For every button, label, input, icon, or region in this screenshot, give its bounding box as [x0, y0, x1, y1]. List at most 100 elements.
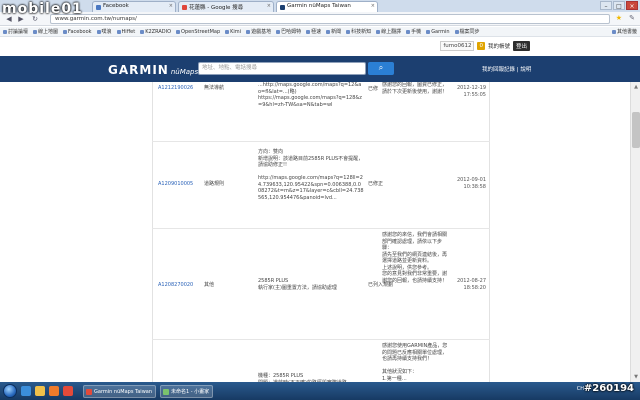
paint-icon [163, 388, 170, 395]
back-icon[interactable]: ◀ [4, 14, 14, 24]
bookmark-item[interactable]: OpenStreetMap [176, 27, 220, 36]
bookmark-item[interactable]: K2ZRADIO [140, 27, 171, 36]
search-button[interactable]: ⌕ [368, 62, 394, 75]
bookmark-item[interactable]: 噗浪 [96, 27, 112, 36]
tab-label: Facebook [103, 3, 129, 9]
scrollbar[interactable]: ▲ ▼ [630, 82, 640, 382]
google-favicon-icon [182, 5, 187, 10]
user-strip: fumo0612 0 我的帳號 登出 [0, 38, 640, 56]
garmin-logo[interactable]: GARMIN nüMaps [108, 63, 198, 77]
user-box: fumo0612 0 我的帳號 登出 [440, 41, 530, 51]
bookmark-icon [426, 29, 431, 34]
report-message: 機種：2585R PLUS 問題：導航時(不正確)的路徑與實際道路 [258, 373, 347, 382]
scroll-down-icon[interactable]: ▼ [632, 373, 640, 381]
tab-label: Garmin nüMaps Taiwan [287, 3, 351, 9]
wrench-icon[interactable]: ✎ [629, 14, 635, 22]
bookmark-item[interactable]: Facebook [63, 27, 92, 36]
bookmark-item[interactable]: 科技新知 [346, 27, 371, 36]
bookmark-icon [326, 29, 331, 34]
close-icon[interactable]: × [267, 3, 271, 9]
report-date: 2012-09-01 10:38:58 [456, 177, 486, 190]
garmin-header: GARMIN nüMaps 地址、地點、電話搜尋 ⌕ 我的回報記錄 | 說明 [0, 56, 640, 82]
folder-icon[interactable] [35, 386, 45, 396]
header-links[interactable]: 我的回報記錄 | 說明 [482, 65, 531, 73]
bookmark-item[interactable]: Hiffet [116, 27, 135, 36]
chrome-icon[interactable] [63, 386, 73, 396]
minimize-button[interactable]: – [600, 1, 612, 10]
bookmark-icon [63, 29, 68, 34]
search-icon: ⌕ [378, 63, 384, 72]
close-icon[interactable]: × [371, 3, 375, 9]
report-id-link[interactable]: A121219002​6 [158, 85, 193, 92]
screenshot: Facebook × 花蓮縣 - Google 搜尋 × Garmin nüMa… [0, 0, 640, 400]
report-message: 方向：雙向 新增說明：該道路目前2585R PLUS不會提醒，請協助修正!! h… [258, 149, 364, 201]
forward-icon[interactable]: ▶ [16, 14, 26, 24]
report-message: ...http://maps.google.com/maps?q=12&ao=f… [258, 82, 362, 108]
tab-garmin[interactable]: Garmin nüMaps Taiwan × [276, 1, 378, 12]
report-list: A121219002​6 無法導航 ...http://maps.google.… [0, 82, 630, 382]
report-id-link[interactable]: A1209010005 [158, 181, 193, 188]
bookmark-icon [454, 29, 459, 34]
report-type: 無法導航 [204, 85, 225, 91]
reload-icon[interactable]: ↻ [30, 14, 40, 24]
report-id-link[interactable]: A1208270020 [158, 282, 193, 289]
table-row: A1208270020 其他 2585R PLUS 執行家(主)圖重置方法，請協… [152, 230, 490, 340]
bookmark-icon [346, 29, 351, 34]
scroll-up-icon[interactable]: ▲ [632, 83, 640, 91]
report-type: 道路規則 [204, 181, 225, 187]
tab-google[interactable]: 花蓮縣 - Google 搜尋 × [178, 1, 274, 12]
search-input[interactable]: 地址、地點、電話搜尋 [198, 62, 366, 75]
ie-icon[interactable] [21, 386, 31, 396]
bookmark-item[interactable]: Kimi [225, 27, 241, 36]
report-date: 2012-08-27 18:58:20 [456, 278, 486, 291]
bookmarks-bar: 討論論壇 線上地圖 Facebook 噗浪 Hiffet K2ZRADIO Op… [0, 27, 640, 37]
bookmark-icon [376, 29, 381, 34]
my-account-link[interactable]: 我的帳號 [488, 42, 510, 50]
report-reply: 感謝您的回報，圖資已修正，請於下次更新後使用，謝謝！ [382, 82, 448, 95]
scroll-thumb[interactable] [632, 112, 640, 148]
notification-count[interactable]: 0 [477, 42, 485, 50]
window-controls: – □ × [600, 1, 638, 10]
folder-icon [611, 30, 616, 34]
bookmark-item[interactable]: 極速 [306, 27, 321, 36]
browser-toolbar: ◀ ▶ ↻ www.garmin.com.tw/numaps/ ★ ✎ [0, 12, 640, 26]
bookmark-icon [276, 29, 281, 34]
bookmark-icon [116, 29, 121, 34]
bookmark-item[interactable]: 巴哈姆特 [276, 27, 301, 36]
bookmark-item[interactable]: 線上地圖 [33, 27, 58, 36]
report-type: 其他 [204, 282, 215, 288]
bookmark-item[interactable]: 線上翻譯 [376, 27, 401, 36]
report-reply: 感謝您使用GARMIN產品，您的問題已反應相關單位處理，也請再持續支持我們！ 其… [382, 343, 448, 382]
bookmark-item[interactable]: 遊戲基地 [246, 27, 271, 36]
report-date: 2012-12-19 17:55:05 [456, 85, 486, 98]
address-bar[interactable]: www.garmin.com.tw/numaps/ [50, 14, 610, 24]
table-row: 機種：2585R PLUS 問題：導航時(不正確)的路徑與實際道路 感謝您使用G… [152, 341, 490, 382]
table-row: A1209010005 道路規則 方向：雙向 新增說明：該道路目前2585R P… [152, 143, 490, 229]
report-message: 2585R PLUS 執行家(主)圖重置方法，請協助處理 [258, 278, 337, 291]
bookmark-star-icon[interactable]: ★ [616, 14, 622, 22]
system-tray[interactable]: CH [577, 386, 584, 392]
bookmark-item[interactable]: 討論論壇 [3, 27, 28, 36]
bookmark-icon [406, 29, 411, 34]
bookmark-icon [96, 29, 101, 34]
tab-facebook[interactable]: Facebook × [92, 1, 176, 12]
maximize-button[interactable]: □ [613, 1, 625, 10]
taskbar-item-garmin[interactable]: Garmin nüMaps Taiwan [83, 384, 157, 398]
bookmark-item[interactable]: 檔案同步 [454, 27, 480, 36]
bookmark-item[interactable]: 手機 [406, 27, 421, 36]
media-player-icon[interactable] [49, 386, 59, 396]
bookmark-icon [246, 29, 251, 34]
report-status: 已修正 [368, 181, 384, 187]
chrome-icon [86, 388, 92, 395]
facebook-favicon-icon [96, 5, 101, 10]
logout-button[interactable]: 登出 [512, 41, 530, 51]
bookmark-item[interactable]: Garmin [426, 27, 450, 36]
start-button[interactable] [3, 384, 17, 398]
bookmark-item[interactable]: 新聞 [326, 27, 341, 36]
close-icon[interactable]: × [169, 3, 173, 9]
close-window-button[interactable]: × [626, 1, 638, 10]
other-bookmarks[interactable]: 其他書籤 [611, 27, 637, 36]
bookmark-icon [3, 29, 7, 34]
taskbar-item-paint[interactable]: 未命名1 - 小畫家 [160, 384, 214, 398]
report-status: 已修 [368, 86, 379, 92]
